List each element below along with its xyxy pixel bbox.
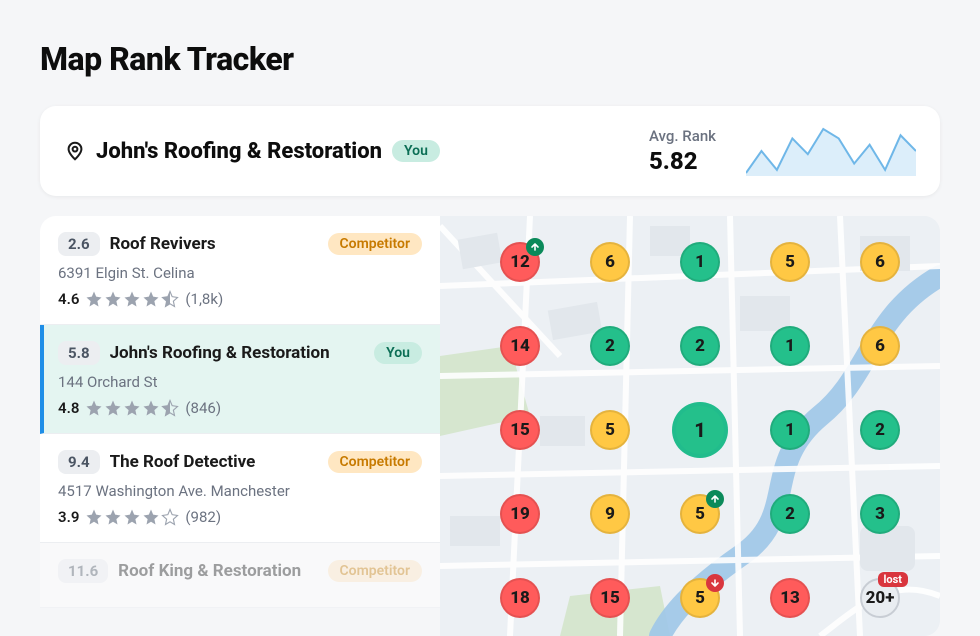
- map-rank-node[interactable]: 3: [860, 494, 900, 534]
- list-item[interactable]: 5.8 John's Roofing & Restoration You 144 Or…: [40, 325, 440, 434]
- rank-number: 9: [605, 504, 615, 524]
- rank-number: 6: [875, 252, 885, 272]
- review-count: (982): [185, 508, 221, 526]
- rating-value: 4.6: [58, 290, 79, 308]
- competitor-badge: Competitor: [328, 451, 422, 473]
- list-item[interactable]: 11.6 Roof King & Restoration Competitor: [40, 543, 440, 608]
- map-rank-node[interactable]: 2: [680, 326, 720, 366]
- rank-number: 15: [600, 588, 620, 608]
- map-rank-node[interactable]: 15: [500, 410, 540, 450]
- rank-pill: 2.6: [58, 232, 100, 256]
- map-rank-node[interactable]: 5: [680, 578, 720, 618]
- rank-number: 1: [695, 252, 705, 272]
- star-rating-icon: [85, 290, 179, 308]
- address: 4517 Washington Ave. Manchester: [58, 482, 422, 500]
- map-rank-node[interactable]: 5: [770, 242, 810, 282]
- business-name: The Roof Detective: [110, 452, 318, 472]
- map-rank-node[interactable]: 1: [770, 410, 810, 450]
- you-badge: You: [374, 342, 422, 364]
- lost-badge: lost: [878, 572, 909, 587]
- rank-number: 2: [875, 420, 885, 440]
- rank-map[interactable]: 126156142216155112199523181551320+lost: [440, 216, 940, 636]
- avg-rank-label: Avg. Rank: [649, 127, 716, 145]
- map-rank-node[interactable]: 1: [680, 242, 720, 282]
- rank-number: 14: [510, 336, 530, 356]
- map-rank-node[interactable]: 6: [590, 242, 630, 282]
- competitor-list: 2.6 Roof Revivers Competitor 6391 Elgin St.…: [40, 216, 440, 636]
- list-item[interactable]: 9.4 The Roof Detective Competitor 4517 Wash…: [40, 434, 440, 543]
- business-name: John's Roofing & Restoration: [96, 139, 382, 164]
- map-rank-node[interactable]: 2: [770, 494, 810, 534]
- rating-value: 4.8: [58, 399, 79, 417]
- rank-number: 1: [785, 336, 795, 356]
- summary-card: John's Roofing & Restoration You Avg. Ra…: [40, 106, 940, 196]
- review-count: (1,8k): [185, 290, 223, 308]
- map-rank-node[interactable]: 2: [590, 326, 630, 366]
- avg-rank-block: Avg. Rank 5.82: [649, 127, 716, 175]
- rank-pill: 5.8: [58, 341, 100, 365]
- map-rank-node[interactable]: 12: [500, 242, 540, 282]
- map-rank-node[interactable]: 18: [500, 578, 540, 618]
- map-rank-node[interactable]: 19: [500, 494, 540, 534]
- address: 6391 Elgin St. Celina: [58, 264, 422, 282]
- rank-number: 1: [694, 418, 706, 442]
- rank-number: 18: [510, 588, 530, 608]
- map-rank-node[interactable]: 13: [770, 578, 810, 618]
- trend-up-icon: [706, 490, 724, 508]
- business-name: Roof King & Restoration: [118, 561, 317, 581]
- map-rank-node[interactable]: 1: [672, 402, 728, 458]
- rank-number: 2: [695, 336, 705, 356]
- rank-number: 15: [510, 420, 530, 440]
- page-title: Map Rank Tracker: [40, 40, 940, 78]
- rank-number: 3: [875, 504, 885, 524]
- avg-rank-value: 5.82: [649, 147, 716, 175]
- rank-number: 2: [785, 504, 795, 524]
- rank-number: 20+: [866, 588, 895, 608]
- trend-up-icon: [526, 238, 544, 256]
- map-rank-node[interactable]: 5: [590, 410, 630, 450]
- rank-number: 5: [695, 588, 705, 608]
- map-rank-node[interactable]: 15: [590, 578, 630, 618]
- trend-sparkline: [746, 126, 916, 176]
- map-rank-node[interactable]: 20+lost: [860, 578, 900, 618]
- map-rank-node[interactable]: 2: [860, 410, 900, 450]
- trend-down-icon: [706, 574, 724, 592]
- business-name: Roof Revivers: [110, 234, 318, 254]
- star-rating-icon: [85, 508, 179, 526]
- map-rank-node[interactable]: 5: [680, 494, 720, 534]
- map-rank-node[interactable]: 1: [770, 326, 810, 366]
- review-count: (846): [185, 399, 221, 417]
- rating-row: 4.8 (846): [58, 399, 422, 417]
- rank-number: 6: [605, 252, 615, 272]
- rating-value: 3.9: [58, 508, 79, 526]
- rank-number: 13: [780, 588, 800, 608]
- business-name: John's Roofing & Restoration: [110, 343, 365, 363]
- rank-number: 5: [695, 504, 705, 524]
- rank-number: 5: [785, 252, 795, 272]
- rank-number: 6: [875, 336, 885, 356]
- rank-pill: 11.6: [58, 559, 108, 583]
- rank-number: 12: [510, 252, 530, 272]
- star-rating-icon: [85, 399, 179, 417]
- you-badge: You: [392, 140, 440, 162]
- rank-number: 2: [605, 336, 615, 356]
- location-pin-icon: [64, 140, 86, 162]
- list-item[interactable]: 2.6 Roof Revivers Competitor 6391 Elgin St.…: [40, 216, 440, 325]
- rank-number: 1: [785, 420, 795, 440]
- rank-number: 5: [605, 420, 615, 440]
- rating-row: 4.6 (1,8k): [58, 290, 422, 308]
- address: 144 Orchard St: [58, 373, 422, 391]
- rank-number: 19: [510, 504, 530, 524]
- map-rank-node[interactable]: 9: [590, 494, 630, 534]
- competitor-badge: Competitor: [328, 233, 422, 255]
- map-rank-node[interactable]: 6: [860, 326, 900, 366]
- rank-pill: 9.4: [58, 450, 100, 474]
- map-rank-node[interactable]: 6: [860, 242, 900, 282]
- map-rank-node[interactable]: 14: [500, 326, 540, 366]
- competitor-badge: Competitor: [328, 560, 422, 582]
- rating-row: 3.9 (982): [58, 508, 422, 526]
